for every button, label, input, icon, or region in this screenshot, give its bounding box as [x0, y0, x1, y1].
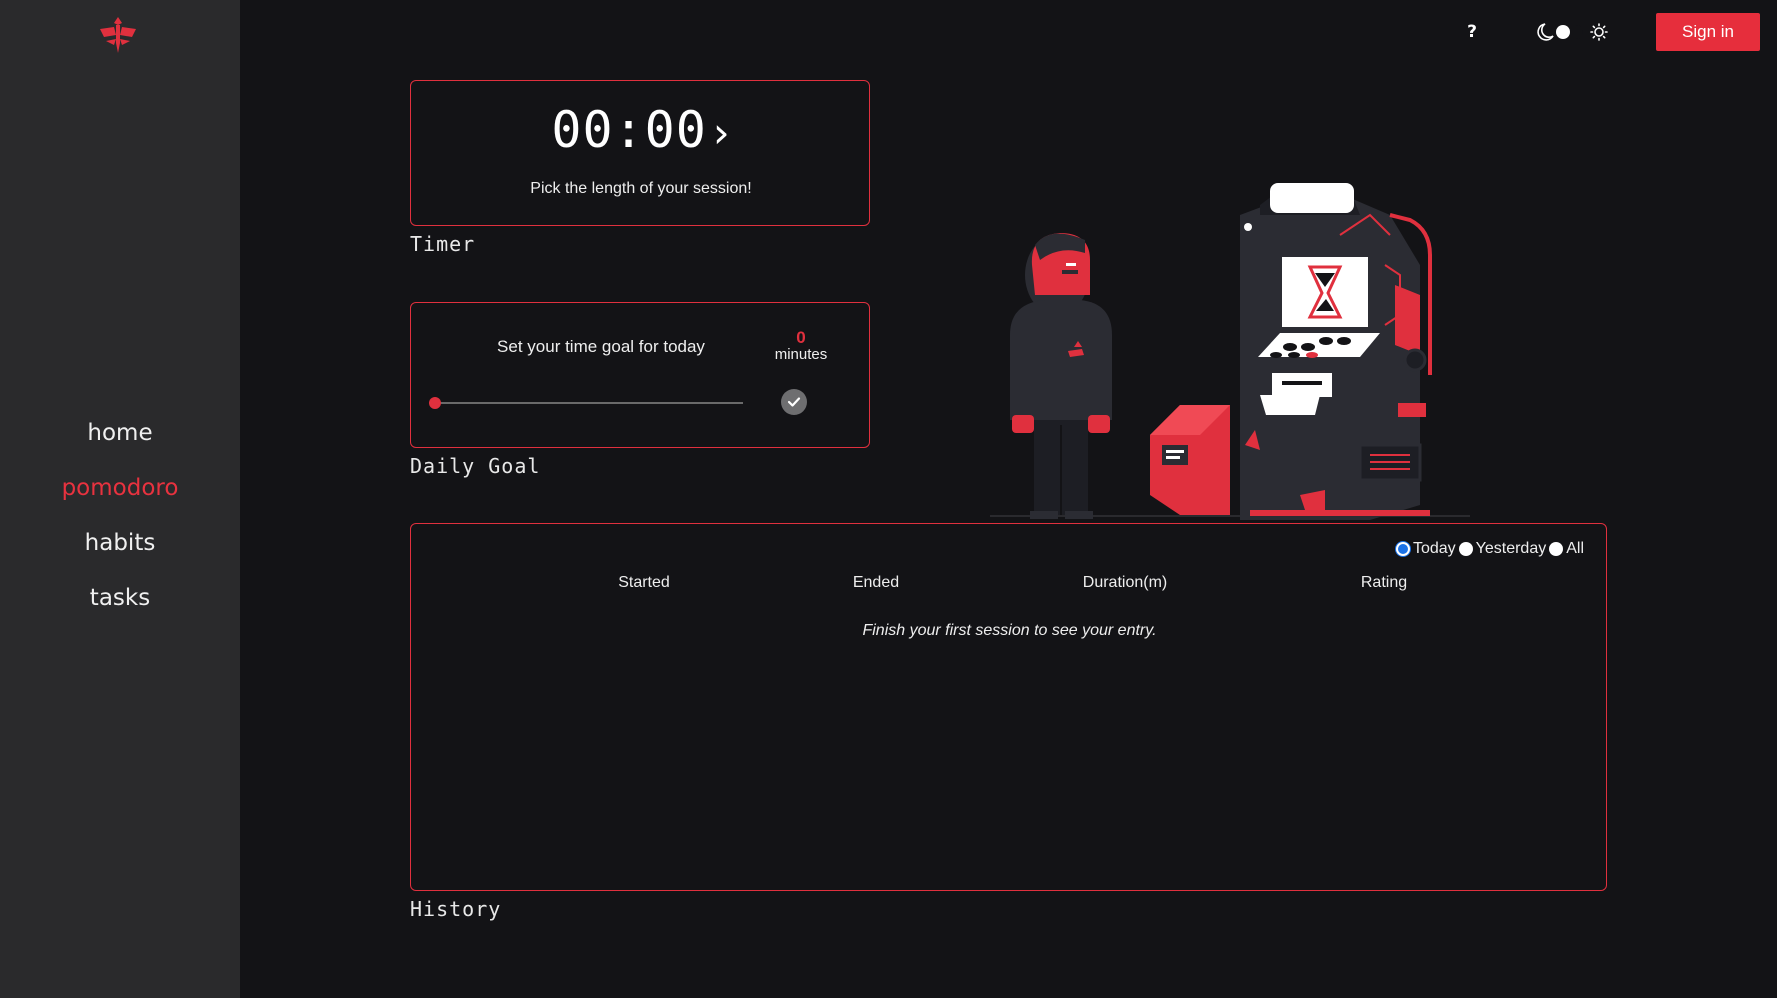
- column-header-ended: Ended: [852, 574, 900, 591]
- goal-slider-track[interactable]: [435, 402, 743, 404]
- goal-minutes-value: 0: [796, 328, 806, 347]
- column-header-duration: Duration(m): [1082, 574, 1168, 591]
- timer-caption: Pick the length of your session!: [530, 180, 752, 197]
- goal-slider-thumb[interactable]: [429, 397, 441, 409]
- theme-toggle[interactable]: [1533, 18, 1613, 46]
- goal-prompt: Set your time goal for today: [497, 337, 705, 356]
- red-crate: [1150, 405, 1230, 515]
- goal-minutes-unit: minutes: [774, 346, 828, 363]
- timer-section-label: Timer: [410, 232, 476, 256]
- filter-today-radio[interactable]: [1395, 542, 1410, 556]
- sign-in-button[interactable]: Sign in: [1656, 13, 1760, 51]
- main-nav: home pomodoro habits tasks: [0, 411, 240, 631]
- timer-value: 00:00: [551, 101, 707, 159]
- person-figure: [1010, 233, 1112, 519]
- column-header-rating: Rating: [1360, 574, 1408, 591]
- filter-all-label: All: [1566, 540, 1584, 557]
- app-logo-icon[interactable]: [96, 13, 140, 57]
- pomodoro-machine: [1240, 183, 1432, 520]
- daily-goal-card: Set your time goal for today 0 minutes: [410, 302, 870, 448]
- filter-today[interactable]: Today: [1395, 540, 1456, 558]
- sun-icon: [1590, 23, 1608, 41]
- timer-card: 00:00 › Pick the length of your session!: [410, 80, 870, 226]
- column-header-started: Started: [618, 574, 670, 591]
- history-card: Today Yesterday All Started Ended Durati…: [410, 523, 1607, 891]
- filter-yesterday-radio[interactable]: [1458, 542, 1473, 556]
- check-icon: [787, 397, 801, 407]
- help-button[interactable]: ?: [1462, 20, 1482, 44]
- filter-all[interactable]: All: [1549, 540, 1584, 558]
- history-filter-group: Today Yesterday All: [1393, 540, 1584, 558]
- filter-yesterday[interactable]: Yesterday: [1458, 540, 1547, 558]
- chevron-right-icon[interactable]: ›: [713, 108, 731, 157]
- filter-yesterday-label: Yesterday: [1475, 540, 1547, 557]
- sidebar: home pomodoro habits tasks: [0, 0, 240, 998]
- filter-today-label: Today: [1412, 540, 1456, 557]
- pomodoro-illustration: [990, 183, 1470, 520]
- nav-item-pomodoro[interactable]: pomodoro: [0, 466, 240, 521]
- toggle-knob: [1556, 25, 1570, 39]
- history-section-label: History: [410, 897, 502, 921]
- daily-goal-section-label: Daily Goal: [410, 454, 541, 478]
- nav-item-habits[interactable]: habits: [0, 521, 240, 576]
- filter-all-radio[interactable]: [1549, 542, 1564, 556]
- nav-item-tasks[interactable]: tasks: [0, 576, 240, 631]
- timer-display[interactable]: 00:00 ›: [411, 101, 871, 159]
- confirm-goal-button[interactable]: [781, 389, 807, 415]
- moon-icon: [1537, 23, 1554, 41]
- nav-item-home[interactable]: home: [0, 411, 240, 466]
- history-empty-message: Finish your first session to see your en…: [862, 622, 1157, 639]
